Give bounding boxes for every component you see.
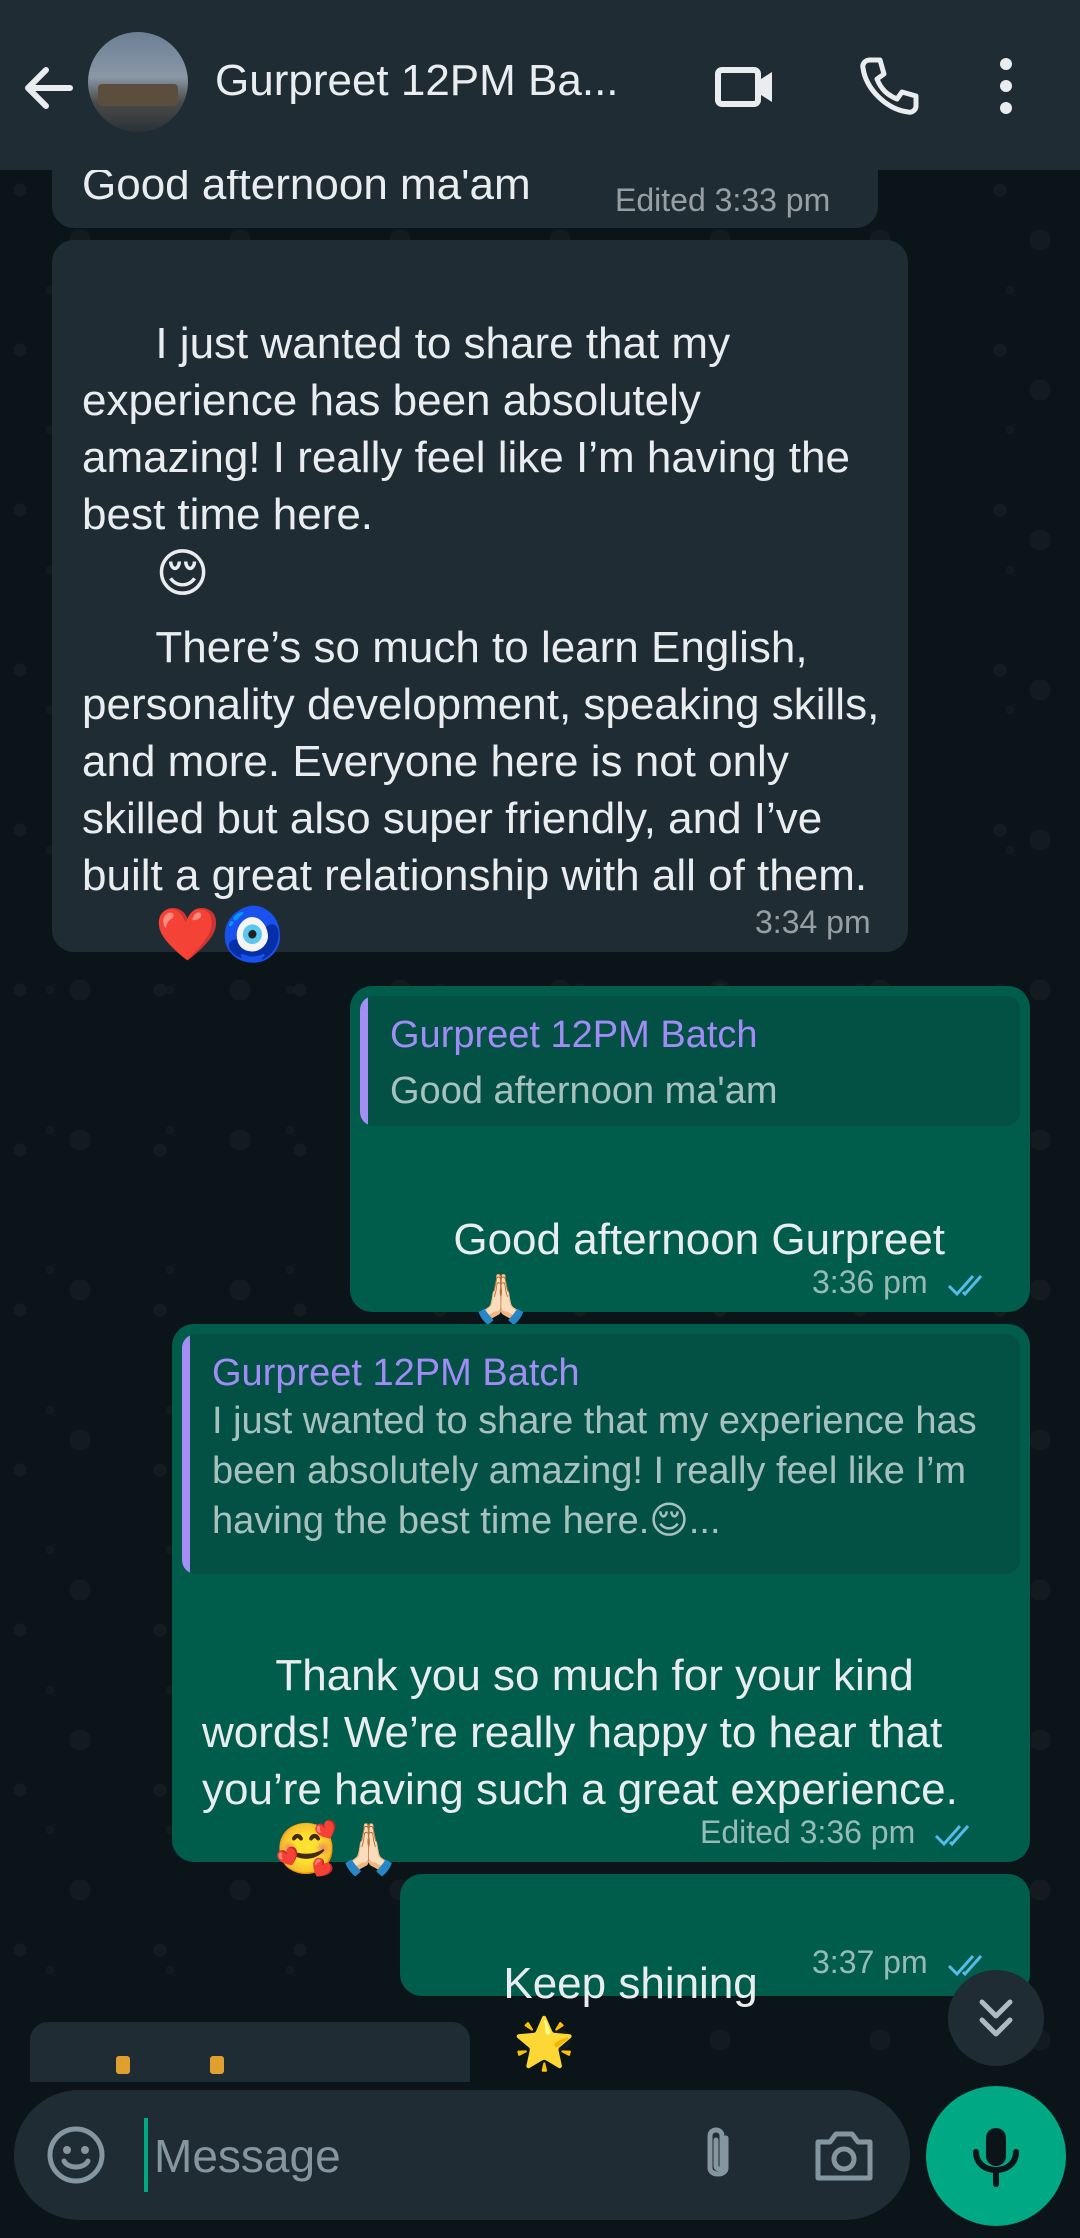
video-camera-icon: [715, 67, 772, 107]
folded-hands-emoji-icon: 🙏🏻: [471, 1272, 532, 1326]
double-check-icon: [947, 1274, 982, 1296]
outgoing-message[interactable]: Gurpreet 12PM Batch Good afternoon ma'am…: [350, 986, 1030, 1326]
voice-message-button[interactable]: [926, 2086, 1066, 2226]
message-list[interactable]: Good afternoon ma'am Edited 3:33 pm I ju…: [0, 0, 1080, 2238]
arrow-left-icon: [25, 67, 73, 109]
message-time-text: Edited 3:36 pm: [700, 1814, 916, 1850]
glowing-star-emoji-icon: 🌟: [513, 2014, 576, 2071]
heart-evil-eye-emoji-icon: ❤️🧿: [155, 905, 285, 964]
message-text-part: Thank you so much for your kind words! W…: [202, 1651, 958, 1814]
attach-button[interactable]: [686, 2122, 750, 2188]
video-call-button[interactable]: [706, 48, 782, 124]
double-check-icon: [935, 1824, 970, 1846]
message-text-part: I just wanted to share that my experienc…: [82, 319, 863, 539]
message-time-text: 3:36 pm: [812, 1264, 928, 1300]
message-time: Edited 3:36 pm: [700, 1814, 980, 1851]
scroll-to-bottom-button[interactable]: [948, 1970, 1044, 2066]
quote-bar: [360, 996, 368, 1126]
incoming-message-partial[interactable]: [30, 2022, 470, 2082]
outgoing-message[interactable]: Keep shining 🌟 3:37 pm: [400, 1874, 1030, 2071]
microphone-icon: [973, 2128, 1019, 2187]
more-vertical-icon: [1000, 58, 1012, 114]
quoted-reply[interactable]: Gurpreet 12PM Batch Good afternoon ma'am: [360, 996, 1020, 1126]
quote-bar: [182, 1334, 190, 1574]
emoji-button[interactable]: [44, 2123, 108, 2187]
message-time: Edited 3:33 pm: [615, 182, 831, 218]
quote-sender: Gurpreet 12PM Batch: [212, 1352, 580, 1394]
text-cursor: [144, 2118, 148, 2192]
camera-button[interactable]: [810, 2122, 878, 2188]
phone-icon: [860, 57, 919, 115]
quote-text: I just wanted to share that my experienc…: [212, 1400, 977, 1542]
double-chevron-down-icon: [979, 1999, 1013, 2037]
voice-call-button[interactable]: [850, 48, 926, 124]
chat-header: Gurpreet 12PM Ba...: [0, 0, 1080, 170]
smiling-hearts-folded-hands-emoji-icon: 🥰🙏🏻: [275, 1820, 400, 1877]
message-text-part: Good afternoon Gurpreet: [453, 1215, 946, 1264]
message-time-text: 3:37 pm: [812, 1944, 928, 1980]
chat-title[interactable]: Gurpreet 12PM Ba...: [215, 56, 685, 106]
outgoing-message[interactable]: Gurpreet 12PM Batch I just wanted to sha…: [172, 1324, 1030, 1877]
quote-sender: Gurpreet 12PM Batch: [390, 1014, 758, 1056]
paperclip-icon: [707, 2127, 729, 2177]
message-input[interactable]: [152, 2114, 676, 2198]
quote-text: Good afternoon ma'am: [390, 1070, 778, 1112]
message-text: There’s so much to learn English, person…: [82, 562, 882, 1021]
message-text-part: Keep shining: [503, 1959, 758, 2008]
camera-icon: [815, 2131, 873, 2181]
message-composer: [14, 2090, 910, 2220]
smiley-icon: [47, 2126, 105, 2184]
emoji-fragment-icon: [210, 2056, 224, 2074]
incoming-message[interactable]: I just wanted to share that my experienc…: [52, 240, 908, 963]
more-options-button[interactable]: [976, 48, 1036, 124]
quoted-reply[interactable]: Gurpreet 12PM Batch I just wanted to sha…: [182, 1334, 1020, 1574]
emoji-fragment-icon: [116, 2056, 130, 2074]
contact-avatar[interactable]: [88, 32, 188, 132]
back-button[interactable]: [18, 58, 78, 118]
message-time: 3:34 pm: [755, 904, 871, 940]
message-time: 3:36 pm: [812, 1264, 993, 1301]
message-text-part: There’s so much to learn English, person…: [82, 623, 892, 900]
